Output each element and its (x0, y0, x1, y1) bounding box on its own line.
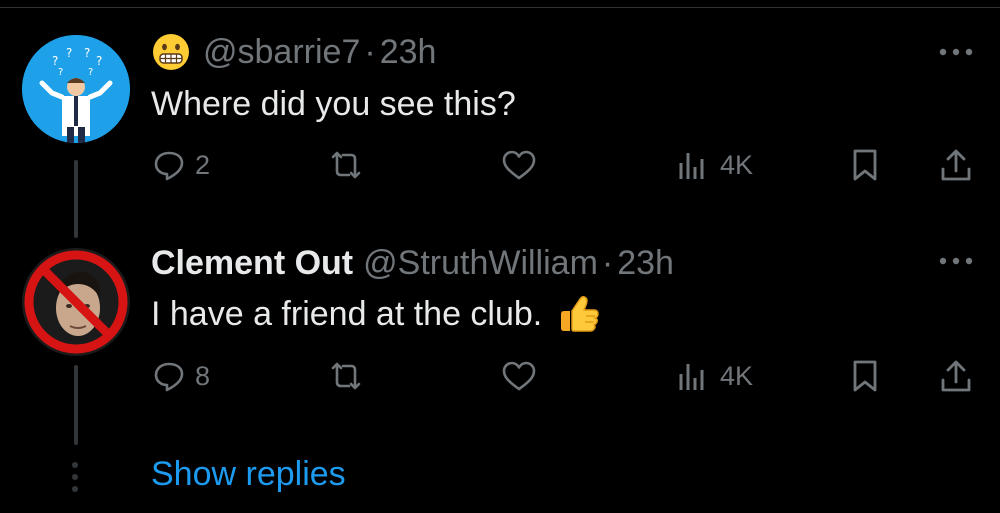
reply-button[interactable]: 8 (151, 358, 210, 394)
tweet-text-content: Where did you see this? (151, 84, 516, 123)
tweet-text-content: I have a friend at the club. (151, 294, 543, 333)
reply-count: 2 (195, 149, 211, 180)
reply-button[interactable]: 2 (151, 147, 210, 183)
bookmark-icon (853, 149, 877, 181)
repost-icon (331, 151, 361, 179)
tweet-2[interactable]: Clement Out @StruthWilliam · 23h I have … (0, 215, 1000, 445)
views-chart-icon (679, 153, 704, 179)
user-handle[interactable]: @StruthWilliam (363, 244, 598, 283)
tweet-text: I have a friend at the club. (151, 291, 602, 337)
reply-icon (154, 151, 184, 181)
svg-text:?: ? (96, 54, 102, 68)
separator-dot: · (601, 243, 614, 282)
thread-continuation-dots-icon (72, 462, 78, 492)
display-name[interactable]: Clement Out (151, 244, 353, 283)
more-options-icon[interactable] (936, 251, 976, 271)
thread-line (74, 365, 78, 445)
timestamp[interactable]: 23h (617, 244, 674, 283)
share-icon (941, 360, 971, 392)
avatar[interactable]: ? ? ? ? ? ? (22, 35, 130, 143)
tweet-header: Clement Out @StruthWilliam · 23h (151, 241, 674, 285)
views-count: 4K (720, 149, 754, 180)
svg-text:?: ? (58, 67, 63, 78)
tweet-text: Where did you see this? (151, 82, 516, 126)
tweet-1[interactable]: ? ? ? ? ? ? @sbarrie7 · 23h Where did yo… (0, 0, 1000, 238)
repost-button[interactable] (327, 358, 365, 394)
views-button[interactable]: 4K (676, 147, 753, 183)
bookmark-button[interactable] (850, 358, 880, 394)
crossed-out-face-avatar-icon (22, 248, 130, 356)
more-options-icon[interactable] (936, 42, 976, 62)
share-button[interactable] (938, 147, 974, 183)
separator-dot: · (364, 32, 376, 71)
tweet-header: @sbarrie7 · 23h (151, 30, 436, 74)
like-button[interactable] (500, 147, 538, 183)
avatar[interactable] (22, 248, 130, 356)
reply-count: 8 (195, 360, 211, 391)
user-handle[interactable]: @sbarrie7 (203, 33, 360, 72)
views-chart-icon (679, 364, 704, 390)
like-button[interactable] (500, 358, 538, 394)
svg-text:?: ? (84, 46, 90, 60)
share-icon (941, 149, 971, 181)
repost-button[interactable] (327, 147, 365, 183)
views-count: 4K (720, 360, 754, 391)
show-replies-link[interactable]: Show replies (151, 455, 346, 494)
svg-text:?: ? (88, 67, 93, 78)
thumbs-up-emoji (561, 295, 600, 332)
heart-icon (502, 361, 536, 391)
timestamp[interactable]: 23h (380, 33, 437, 72)
bookmark-button[interactable] (850, 147, 880, 183)
reply-icon (154, 362, 184, 392)
share-button[interactable] (938, 358, 974, 394)
views-button[interactable]: 4K (676, 358, 753, 394)
svg-text:?: ? (52, 54, 58, 68)
grimacing-face-emoji (153, 34, 189, 70)
svg-text:?: ? (66, 46, 72, 60)
heart-icon (502, 150, 536, 180)
repost-icon (331, 362, 361, 390)
confused-businessman-avatar-icon: ? ? ? ? ? ? (22, 35, 130, 143)
bookmark-icon (853, 360, 877, 392)
